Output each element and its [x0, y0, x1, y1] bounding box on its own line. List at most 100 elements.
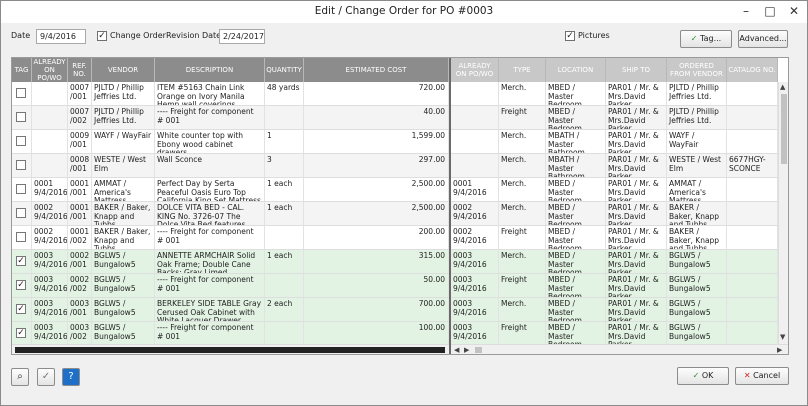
- cell-cost[interactable]: 700.00: [304, 298, 449, 322]
- cell-vendor[interactable]: AMMAT / America's Mattress: [92, 178, 155, 202]
- cell-type[interactable]: Merch.: [499, 130, 546, 154]
- cell-ordered[interactable]: PJLTD / Phillip Jeffries Ltd.: [667, 106, 727, 130]
- table-row[interactable]: 0001 9/4/2016 0001 /001 AMMAT / America's …: [12, 178, 788, 202]
- column-header[interactable]: LOCATION: [546, 58, 606, 82]
- pictures-checkbox[interactable]: ✓: [565, 31, 575, 41]
- cell-catalog[interactable]: [727, 130, 778, 154]
- cell-desc[interactable]: ---- Freight for component # 001: [155, 226, 265, 250]
- cell-qty[interactable]: 2 each: [265, 298, 304, 322]
- table-row[interactable]: 0002 9/4/2016 0001 /002 BAKER / Baker, Kna…: [12, 226, 788, 250]
- cell-vendor[interactable]: WAYF / WayFair: [92, 130, 155, 154]
- cell-catalog[interactable]: [727, 298, 778, 322]
- column-header[interactable]: ALREADY ON PO/WO: [451, 58, 499, 82]
- cell-location[interactable]: MBED / Master Bedroom: [546, 274, 606, 298]
- search-button[interactable]: ⌕: [11, 368, 29, 386]
- column-header[interactable]: TYPE: [499, 58, 546, 82]
- cell-cost[interactable]: 720.00: [304, 82, 449, 106]
- row-tag-checkbox[interactable]: ✓: [16, 256, 26, 266]
- row-tag-checkbox[interactable]: [16, 232, 26, 242]
- cell-cost[interactable]: 2,500.00: [304, 202, 449, 226]
- cell-desc[interactable]: White counter top with Ebony wood cabine…: [155, 130, 265, 154]
- cell-desc[interactable]: ANNETTE ARMCHAIR Solid Oak Frame; Double…: [155, 250, 265, 274]
- cell-catalog[interactable]: 6677HGY-SCONCE: [727, 154, 778, 178]
- scroll-up-icon[interactable]: ▲: [780, 82, 785, 92]
- table-row[interactable]: 0009 /001 WAYF / WayFair White counter top…: [12, 130, 788, 154]
- cell-ordered[interactable]: BGLW5 / Bungalow5: [667, 322, 727, 346]
- cell-cost[interactable]: 200.00: [304, 226, 449, 250]
- cell-location[interactable]: MBED / Master Bedroom: [546, 322, 606, 346]
- column-header[interactable]: CATALOG NO.: [727, 58, 778, 82]
- row-tag-checkbox[interactable]: [16, 184, 26, 194]
- cell-type[interactable]: Merch.: [499, 250, 546, 274]
- cell-type[interactable]: Merch.: [499, 298, 546, 322]
- cell-cost[interactable]: 50.00: [304, 274, 449, 298]
- row-tag-checkbox[interactable]: [16, 160, 26, 170]
- tag-button[interactable]: ✓ Tag...: [680, 30, 732, 48]
- cell-ref[interactable]: 0007 /002: [68, 106, 92, 130]
- cell-type[interactable]: Freight: [499, 106, 546, 130]
- maximize-icon[interactable]: □: [758, 3, 782, 21]
- cell-catalog[interactable]: [727, 250, 778, 274]
- cell-type[interactable]: Freight: [499, 226, 546, 250]
- cell-already-r[interactable]: 0003 9/4/2016: [451, 250, 499, 274]
- cell-cost[interactable]: 40.00: [304, 106, 449, 130]
- column-header[interactable]: VENDOR: [92, 58, 155, 82]
- cell-already-r[interactable]: 0003 9/4/2016: [451, 322, 499, 346]
- cell-already[interactable]: [32, 130, 68, 154]
- cell-vendor[interactable]: PJLTD / Phillip Jeffries Ltd.: [92, 106, 155, 130]
- cell-ordered[interactable]: BAKER / Baker, Knapp and Tubbs: [667, 226, 727, 250]
- cell-catalog[interactable]: [727, 106, 778, 130]
- cell-ship[interactable]: PAR01 / Mr. & Mrs.David Parker: [606, 298, 667, 322]
- right-scroll-thumb[interactable]: [475, 347, 482, 353]
- cell-already-r[interactable]: 0002 9/4/2016: [451, 202, 499, 226]
- cell-cost[interactable]: 297.00: [304, 154, 449, 178]
- cell-location[interactable]: MBED / Master Bedroom: [546, 82, 606, 106]
- table-row[interactable]: 0007 /002 PJLTD / Phillip Jeffries Ltd. --…: [12, 106, 788, 130]
- cell-already[interactable]: 0002 9/4/2016: [32, 226, 68, 250]
- cell-ordered[interactable]: WAYF / WayFair: [667, 130, 727, 154]
- cell-cost[interactable]: 315.00: [304, 250, 449, 274]
- frozen-pane-divider[interactable]: [449, 58, 451, 354]
- cell-cost[interactable]: 100.00: [304, 322, 449, 346]
- row-tag-checkbox[interactable]: ✓: [16, 328, 26, 338]
- column-header[interactable]: ORDERED FROM VENDOR: [667, 58, 727, 82]
- cell-ship[interactable]: PAR01 / Mr. & Mrs.David Parker: [606, 322, 667, 346]
- cell-qty[interactable]: 3: [265, 154, 304, 178]
- cell-ref[interactable]: 0007 /001: [68, 82, 92, 106]
- cell-ref[interactable]: 0008 /001: [68, 154, 92, 178]
- column-header[interactable]: REF. NO.: [68, 58, 92, 82]
- cell-location[interactable]: MBATH / Master Bathroom: [546, 130, 606, 154]
- cell-already-r[interactable]: [451, 154, 499, 178]
- vertical-scroll-thumb[interactable]: [781, 94, 787, 164]
- cell-ref[interactable]: 0009 /001: [68, 130, 92, 154]
- cell-location[interactable]: MBATH / Master Bathroom: [546, 154, 606, 178]
- right-horizontal-scrollbar[interactable]: ◀ ▶ ▶: [451, 344, 788, 354]
- close-icon[interactable]: ✕: [782, 3, 806, 21]
- cell-qty[interactable]: 48 yards: [265, 82, 304, 106]
- cell-qty[interactable]: 1: [265, 130, 304, 154]
- table-row[interactable]: 0002 9/4/2016 0001 /001 BAKER / Baker, Kna…: [12, 202, 788, 226]
- cell-already-r[interactable]: 0003 9/4/2016: [451, 298, 499, 322]
- row-tag-checkbox[interactable]: [16, 88, 26, 98]
- cell-qty[interactable]: 1 each: [265, 250, 304, 274]
- cell-catalog[interactable]: [727, 274, 778, 298]
- cell-already[interactable]: [32, 154, 68, 178]
- cell-location[interactable]: MBED / Master Bedroom: [546, 202, 606, 226]
- cell-location[interactable]: MBED / Master Bedroom: [546, 298, 606, 322]
- cell-ship[interactable]: PAR01 / Mr. & Mrs.David Parker: [606, 106, 667, 130]
- cell-ordered[interactable]: WESTE / West Elm: [667, 154, 727, 178]
- cell-qty[interactable]: [265, 274, 304, 298]
- cell-type[interactable]: Freight: [499, 322, 546, 346]
- cell-catalog[interactable]: [727, 322, 778, 346]
- cancel-button[interactable]: ✕ Cancel: [735, 367, 789, 385]
- cell-location[interactable]: MBED / Master Bedroom: [546, 250, 606, 274]
- column-header[interactable]: QUANTITY: [265, 58, 304, 82]
- cell-ordered[interactable]: AMMAT / America's Mattress: [667, 178, 727, 202]
- cell-catalog[interactable]: [727, 178, 778, 202]
- revision-date-field[interactable]: 2/24/2017: [219, 29, 265, 44]
- cell-already-r[interactable]: [451, 130, 499, 154]
- cell-already[interactable]: 0003 9/4/2016: [32, 250, 68, 274]
- cell-qty[interactable]: 1 each: [265, 202, 304, 226]
- cell-location[interactable]: MBED / Master Bedroom: [546, 178, 606, 202]
- cell-ordered[interactable]: BGLW5 / Bungalow5: [667, 298, 727, 322]
